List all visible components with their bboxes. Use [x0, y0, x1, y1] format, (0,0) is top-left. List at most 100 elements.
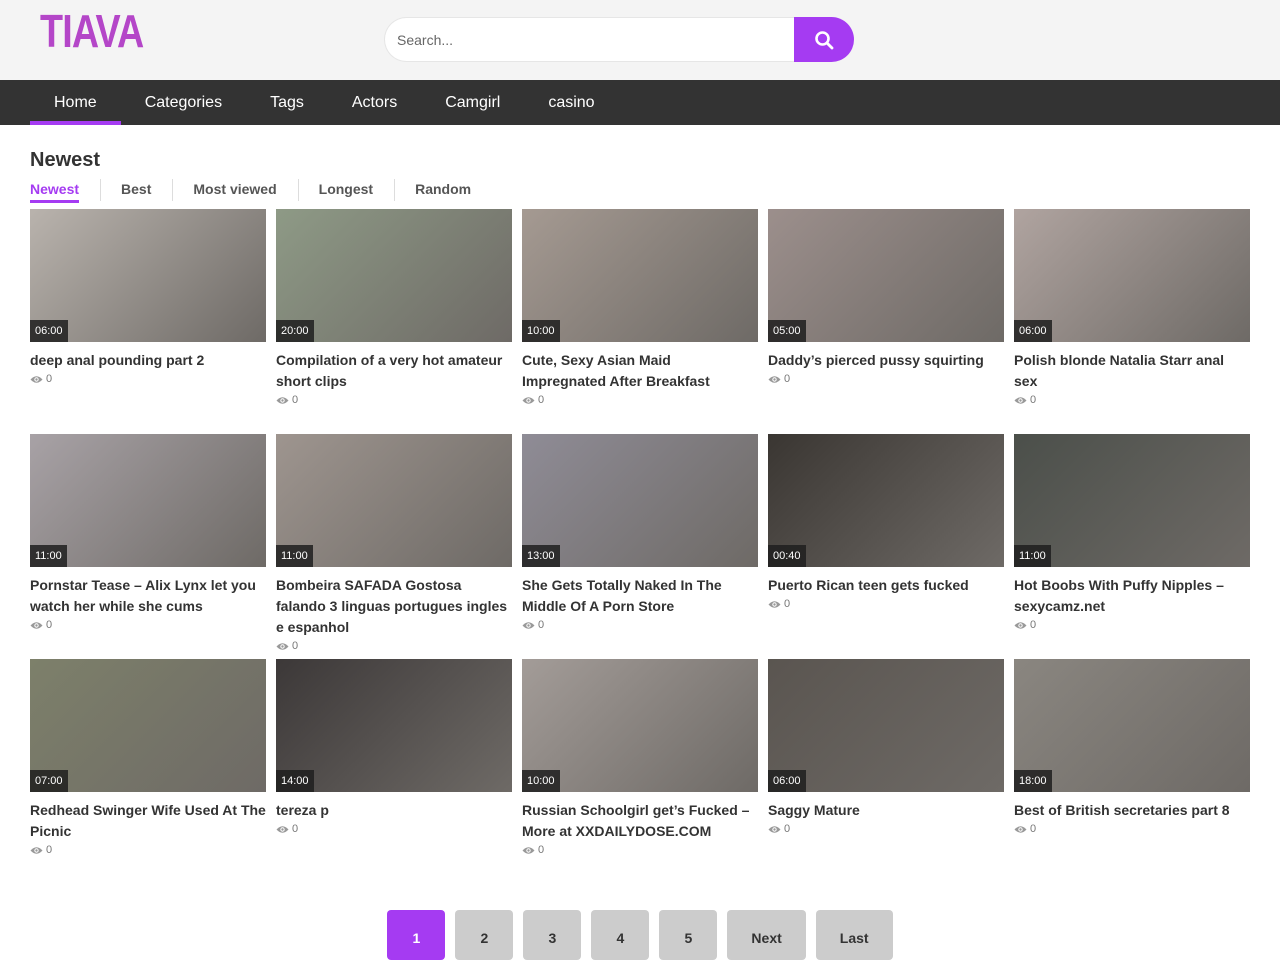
filter-newest[interactable]: Newest [30, 181, 100, 203]
nav-item-actors[interactable]: Actors [328, 80, 421, 125]
video-card[interactable]: 11:00 Pornstar Tease – Alix Lynx let you … [30, 434, 266, 659]
video-card[interactable]: 11:00 Hot Boobs With Puffy Nipples – sexy… [1014, 434, 1250, 659]
video-thumbnail[interactable]: 10:00 [522, 209, 758, 342]
duration-badge: 14:00 [276, 770, 314, 792]
eye-icon [768, 375, 781, 383]
video-title[interactable]: Saggy Mature [768, 800, 1004, 821]
video-title[interactable]: deep anal pounding part 2 [30, 350, 266, 371]
video-thumbnail[interactable]: 00:40 [768, 434, 1004, 567]
page-2-button[interactable]: 2 [455, 910, 514, 960]
last-page-button[interactable]: Last [815, 910, 893, 960]
video-title[interactable]: Pornstar Tease – Alix Lynx let you watch… [30, 575, 266, 617]
video-card[interactable]: 20:00 Compilation of a very hot amateur s… [276, 209, 512, 434]
video-card[interactable]: 13:00 She Gets Totally Naked In The Middl… [522, 434, 758, 659]
video-thumbnail[interactable]: 10:00 [522, 659, 758, 792]
page-4-button[interactable]: 4 [591, 910, 650, 960]
video-thumbnail[interactable]: 05:00 [768, 209, 1004, 342]
view-count: 0 [276, 823, 512, 835]
video-title[interactable]: Hot Boobs With Puffy Nipples – sexycamz.… [1014, 575, 1250, 617]
eye-icon [1014, 621, 1027, 629]
video-card[interactable]: 14:00 tereza p 0 [276, 659, 512, 884]
view-count: 0 [768, 823, 1004, 835]
duration-badge: 11:00 [1014, 545, 1051, 567]
view-count: 0 [522, 394, 758, 406]
video-thumbnail[interactable]: 13:00 [522, 434, 758, 567]
video-thumbnail[interactable]: 06:00 [1014, 209, 1250, 342]
page-5-button[interactable]: 5 [659, 910, 718, 960]
main-nav: Home Categories Tags Actors Camgirl casi… [0, 80, 1280, 125]
video-thumbnail[interactable]: 11:00 [276, 434, 512, 567]
site-logo[interactable]: TIAVA [40, 4, 144, 58]
nav-item-home[interactable]: Home [30, 80, 121, 125]
eye-icon [768, 600, 781, 608]
view-count-value: 0 [292, 823, 299, 835]
next-page-button[interactable]: Next [727, 910, 806, 960]
search-button[interactable] [794, 17, 854, 62]
video-thumbnail[interactable]: 07:00 [30, 659, 266, 792]
video-card[interactable]: 06:00 Saggy Mature 0 [768, 659, 1004, 884]
filter-best[interactable]: Best [100, 179, 172, 203]
video-thumbnail[interactable]: 11:00 [30, 434, 266, 567]
video-title[interactable]: Daddy’s pierced pussy squirting [768, 350, 1004, 371]
search-form [384, 17, 854, 62]
video-card[interactable]: 07:00 Redhead Swinger Wife Used At The Pi… [30, 659, 266, 884]
view-count: 0 [768, 598, 1004, 610]
video-title[interactable]: Polish blonde Natalia Starr anal sex [1014, 350, 1250, 392]
video-thumbnail[interactable]: 06:00 [768, 659, 1004, 792]
video-thumbnail[interactable]: 18:00 [1014, 659, 1250, 792]
video-title[interactable]: Russian Schoolgirl get’s Fucked – More a… [522, 800, 758, 842]
eye-icon [1014, 396, 1027, 404]
search-input[interactable] [384, 17, 794, 62]
view-count-value: 0 [538, 844, 545, 856]
video-card[interactable]: 06:00 Polish blonde Natalia Starr anal se… [1014, 209, 1250, 434]
video-card[interactable]: 18:00 Best of British secretaries part 8 0 [1014, 659, 1250, 884]
video-thumbnail[interactable]: 11:00 [1014, 434, 1250, 567]
video-title[interactable]: tereza p [276, 800, 512, 821]
eye-icon [276, 396, 289, 404]
filter-most-viewed[interactable]: Most viewed [172, 179, 297, 203]
view-count-value: 0 [784, 373, 791, 385]
duration-badge: 07:00 [30, 770, 68, 792]
pagination: 1 2 3 4 5 Next Last [30, 910, 1250, 960]
view-count: 0 [522, 619, 758, 631]
site-header: TIAVA [0, 0, 1280, 80]
view-count-value: 0 [784, 823, 791, 835]
video-card[interactable]: 10:00 Cute, Sexy Asian Maid Impregnated A… [522, 209, 758, 434]
nav-item-camgirl[interactable]: Camgirl [421, 80, 524, 125]
eye-icon [522, 846, 535, 854]
video-title[interactable]: Puerto Rican teen gets fucked [768, 575, 1004, 596]
filter-random[interactable]: Random [394, 179, 492, 203]
video-title[interactable]: Redhead Swinger Wife Used At The Picnic [30, 800, 266, 842]
duration-badge: 18:00 [1014, 770, 1052, 792]
nav-item-casino[interactable]: casino [524, 80, 618, 125]
filter-longest[interactable]: Longest [297, 179, 394, 203]
video-title[interactable]: Compilation of a very hot amateur short … [276, 350, 512, 392]
nav-item-tags[interactable]: Tags [246, 80, 328, 125]
eye-icon [768, 825, 781, 833]
eye-icon [276, 642, 289, 650]
duration-badge: 11:00 [276, 545, 313, 567]
video-title[interactable]: She Gets Totally Naked In The Middle Of … [522, 575, 758, 617]
duration-badge: 06:00 [1014, 320, 1052, 342]
video-card[interactable]: 05:00 Daddy’s pierced pussy squirting 0 [768, 209, 1004, 434]
page-1-button[interactable]: 1 [387, 910, 446, 960]
video-card[interactable]: 10:00 Russian Schoolgirl get’s Fucked – M… [522, 659, 758, 884]
duration-badge: 06:00 [768, 770, 806, 792]
view-count: 0 [768, 373, 1004, 385]
video-thumbnail[interactable]: 14:00 [276, 659, 512, 792]
page-3-button[interactable]: 3 [523, 910, 582, 960]
view-count: 0 [30, 844, 266, 856]
view-count: 0 [1014, 394, 1250, 406]
nav-item-categories[interactable]: Categories [121, 80, 246, 125]
video-card[interactable]: 06:00 deep anal pounding part 2 0 [30, 209, 266, 434]
video-thumbnail[interactable]: 06:00 [30, 209, 266, 342]
video-thumbnail[interactable]: 20:00 [276, 209, 512, 342]
video-title[interactable]: Best of British secretaries part 8 [1014, 800, 1250, 821]
video-title[interactable]: Bombeira SAFADA Gostosa falando 3 lingua… [276, 575, 512, 638]
view-count-value: 0 [292, 394, 299, 406]
eye-icon [30, 375, 43, 383]
video-title[interactable]: Cute, Sexy Asian Maid Impregnated After … [522, 350, 758, 392]
video-card[interactable]: 11:00 Bombeira SAFADA Gostosa falando 3 l… [276, 434, 512, 659]
video-card[interactable]: 00:40 Puerto Rican teen gets fucked 0 [768, 434, 1004, 659]
view-count: 0 [1014, 619, 1250, 631]
